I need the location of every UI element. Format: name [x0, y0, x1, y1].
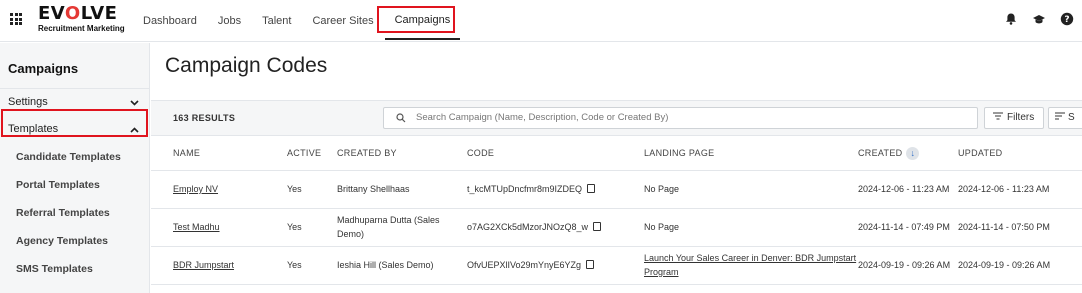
cell-updated: 2024-11-14 - 07:50 PM: [958, 208, 1082, 247]
cell-created: 2024-11-14 - 07:49 PM: [858, 208, 958, 247]
search-placeholder: Search Campaign (Name, Description, Code…: [416, 112, 669, 123]
cell-code: OfvUEPXlIVo29mYnyE6YZg: [467, 246, 644, 285]
cell-created-by: Madhuparna Dutta (Sales Demo): [337, 208, 467, 247]
nav-talent[interactable]: Talent: [262, 0, 291, 42]
cell-active: Yes: [287, 170, 337, 209]
header-landing-page[interactable]: LANDING PAGE: [644, 137, 858, 171]
sort-icon: [1055, 112, 1065, 120]
copy-icon[interactable]: [587, 184, 596, 193]
cell-created: 2024-12-06 - 11:23 AM: [858, 170, 958, 209]
sidebar-title: Campaigns: [0, 43, 149, 89]
header-name[interactable]: NAME: [151, 137, 287, 171]
sidebar-item-portal-templates[interactable]: Portal Templates: [0, 171, 149, 199]
sort-label: S: [1068, 112, 1075, 123]
table-row[interactable]: Employ NV Yes Brittany Shellhaas t_kcMTU…: [151, 170, 1082, 209]
header-code[interactable]: CODE: [467, 137, 644, 171]
results-count: 163 RESULTS: [173, 113, 236, 123]
table-header-row: NAME ACTIVE CREATED BY CODE LANDING PAGE…: [151, 137, 1082, 171]
header-updated[interactable]: UPDATED: [958, 137, 1082, 171]
sort-desc-icon[interactable]: ↓: [906, 146, 920, 160]
filters-label: Filters: [1007, 112, 1035, 123]
copy-icon[interactable]: [593, 222, 602, 231]
page-title: Campaign Codes: [165, 54, 328, 77]
table-row[interactable]: Test Madhu Yes Madhuparna Dutta (Sales D…: [151, 208, 1082, 247]
sort-button[interactable]: S: [1048, 107, 1082, 129]
sidebar: Campaigns Settings Templates Candidate T…: [0, 43, 150, 293]
filter-icon: [993, 112, 1003, 120]
filters-button[interactable]: Filters: [984, 107, 1044, 129]
cell-code: o7AG2XCk5dMzorJNOzQ8_w: [467, 208, 644, 247]
copy-icon[interactable]: [586, 260, 595, 269]
search-icon: [396, 113, 406, 123]
cell-created-by: Brittany Shellhaas: [337, 170, 467, 209]
bell-icon[interactable]: [1004, 12, 1018, 26]
templates-highlight-box: [1, 109, 148, 137]
code-value: t_kcMTUpDncfmr8m9IZDEQ: [467, 184, 583, 194]
cell-active: Yes: [287, 208, 337, 247]
header-active[interactable]: ACTIVE: [287, 137, 337, 171]
cell-code: t_kcMTUpDncfmr8m9IZDEQ: [467, 170, 644, 209]
brand-subtitle: Recruitment Marketing: [38, 24, 125, 33]
chevron-down-icon: [130, 99, 139, 106]
landing-page-link[interactable]: Launch Your Sales Career in Denver: BDR …: [644, 246, 858, 285]
sidebar-item-sms-templates[interactable]: SMS Templates: [0, 255, 149, 283]
campaigns-highlight-box: [377, 6, 455, 33]
campaign-codes-table: NAME ACTIVE CREATED BY CODE LANDING PAGE…: [151, 137, 1082, 285]
help-icon[interactable]: ?: [1060, 12, 1074, 26]
top-icon-group: ?: [1004, 12, 1074, 26]
brand-logo[interactable]: EVOLVE Recruitment Marketing: [38, 5, 125, 33]
sidebar-item-candidate-templates[interactable]: Candidate Templates: [0, 143, 149, 171]
cell-active: Yes: [287, 246, 337, 285]
sidebar-item-referral-templates[interactable]: Referral Templates: [0, 199, 149, 227]
table-row[interactable]: BDR Jumpstart Yes Ieshia Hill (Sales Dem…: [151, 246, 1082, 285]
campaign-name-link[interactable]: BDR Jumpstart: [151, 246, 287, 285]
code-value: o7AG2XCk5dMzorJNOzQ8_w: [467, 222, 589, 232]
cell-updated: 2024-09-19 - 09:26 AM: [958, 246, 1082, 285]
brand-name: EVOLVE: [38, 3, 118, 24]
top-nav-bar: EVOLVE Recruitment Marketing Dashboard J…: [0, 0, 1082, 42]
cell-created: 2024-09-19 - 09:26 AM: [858, 246, 958, 285]
graduation-cap-icon[interactable]: [1032, 12, 1046, 26]
nav-career-sites[interactable]: Career Sites: [312, 0, 373, 42]
campaign-name-link[interactable]: Employ NV: [151, 170, 287, 209]
code-value: OfvUEPXlIVo29mYnyE6YZg: [467, 260, 582, 270]
header-created[interactable]: CREATED ↓: [858, 137, 958, 171]
cell-landing-page: No Page: [644, 208, 858, 247]
header-created-label: CREATED: [858, 147, 903, 158]
svg-text:?: ?: [1064, 15, 1069, 25]
cell-landing-page: No Page: [644, 170, 858, 209]
results-toolbar: 163 RESULTS Search Campaign (Name, Descr…: [151, 100, 1082, 136]
nav-jobs[interactable]: Jobs: [218, 0, 241, 42]
header-created-by[interactable]: CREATED BY: [337, 137, 467, 171]
nav-dashboard[interactable]: Dashboard: [143, 0, 197, 42]
cell-updated: 2024-12-06 - 11:23 AM: [958, 170, 1082, 209]
search-input[interactable]: Search Campaign (Name, Description, Code…: [383, 107, 978, 129]
sidebar-item-agency-templates[interactable]: Agency Templates: [0, 227, 149, 255]
app-grid-icon[interactable]: [10, 13, 22, 25]
cell-created-by: Ieshia Hill (Sales Demo): [337, 246, 467, 285]
campaign-name-link[interactable]: Test Madhu: [151, 208, 287, 247]
